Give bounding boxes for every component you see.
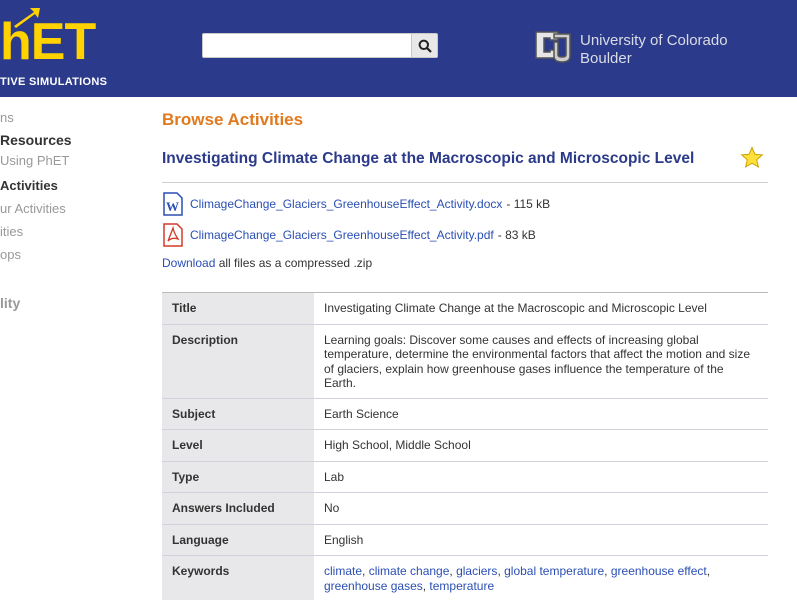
table-row: Language English <box>162 524 768 556</box>
row-label-subject: Subject <box>162 398 314 429</box>
keyword-link[interactable]: global temperature <box>504 564 604 578</box>
search-button[interactable] <box>411 34 437 57</box>
row-value-type: Lab <box>324 469 345 484</box>
activity-details-table: Title Investigating Climate Change at th… <box>162 292 768 600</box>
file-link-docx[interactable]: ClimageChange_Glaciers_GreenhouseEffect_… <box>190 197 502 211</box>
activity-title: Investigating Climate Change at the Macr… <box>162 150 695 167</box>
row-label-type: Type <box>162 461 314 492</box>
search-icon <box>418 39 432 53</box>
keyword-link[interactable]: glaciers <box>456 564 497 578</box>
row-value-description: Learning goals: Discover some causes and… <box>324 332 751 391</box>
logo-subtitle: TIVE SIMULATIONS <box>0 76 108 88</box>
university-name[interactable]: University of Colorado Boulder <box>580 32 728 68</box>
site-header: hET TIVE SIMULATIONS University of Color… <box>0 0 797 97</box>
table-row: Answers Included No <box>162 493 768 525</box>
sidebar-item-0[interactable]: ns <box>0 110 14 125</box>
row-value-subject: Earth Science <box>324 406 399 421</box>
row-value-answers: No <box>324 501 340 515</box>
keyword-link[interactable]: climate <box>324 564 362 578</box>
keyword-link[interactable]: climate change <box>369 564 450 578</box>
download-zip-link[interactable]: Download <box>162 256 215 270</box>
sidebar-item-activities[interactable]: Activities <box>0 178 58 193</box>
sidebar-item-workshops[interactable]: ops <box>0 247 21 262</box>
table-row: Level High School, Middle School <box>162 430 768 462</box>
favorite-star-icon[interactable] <box>740 146 764 170</box>
keyword-link[interactable]: temperature <box>429 579 494 593</box>
word-document-icon: W <box>163 192 183 216</box>
table-row: Description Learning goals: Discover som… <box>162 324 768 399</box>
file-row-pdf[interactable]: ClimageChange_Glaciers_GreenhouseEffect_… <box>162 223 536 247</box>
phet-logo[interactable]: hET TIVE SIMULATIONS <box>0 6 110 88</box>
keyword-link[interactable]: greenhouse effect <box>611 564 707 578</box>
row-label-title: Title <box>162 293 314 324</box>
zip-text: all files as a compressed .zip <box>218 256 373 270</box>
table-row: Type Lab <box>162 461 768 493</box>
table-row: Title Investigating Climate Change at th… <box>162 293 768 325</box>
row-label-description: Description <box>162 324 314 398</box>
file-size-pdf: - 83 kB <box>497 228 536 242</box>
search-field[interactable] <box>203 34 408 55</box>
keyword-link[interactable]: greenhouse gases <box>324 579 423 593</box>
sidebar-item-accessibility[interactable]: lity <box>0 295 20 311</box>
title-divider <box>162 182 768 183</box>
page-heading: Browse Activities <box>162 110 304 129</box>
logo-text: hET <box>0 13 96 71</box>
svg-text:W: W <box>166 199 179 214</box>
university-line-1: University of Colorado <box>580 32 728 49</box>
row-label-answers: Answers Included <box>162 493 314 524</box>
row-value-title: Investigating Climate Change at the Macr… <box>324 301 707 315</box>
row-label-language: Language <box>162 524 314 555</box>
table-row: Keywords climate, climate change, glacie… <box>162 556 768 600</box>
pdf-document-icon <box>163 223 183 247</box>
sidebar-item-resources[interactable]: Resources <box>0 132 72 148</box>
file-row-docx[interactable]: W ClimageChange_Glaciers_GreenhouseEffec… <box>162 192 550 216</box>
row-label-keywords: Keywords <box>162 556 314 600</box>
search-input[interactable] <box>202 33 438 58</box>
row-value-language: English <box>324 532 364 547</box>
zip-download-line: Download all files as a compressed .zip <box>162 256 372 270</box>
university-line-2: Boulder <box>580 50 632 67</box>
cu-logo-icon[interactable] <box>530 24 574 68</box>
row-label-level: Level <box>162 430 314 461</box>
row-value-keywords: climate, climate change, glaciers, globa… <box>324 564 711 593</box>
sidebar-item-ities[interactable]: ities <box>0 224 23 239</box>
table-row: Subject Earth Science <box>162 398 768 430</box>
sidebar-item-your-activities[interactable]: ur Activities <box>0 201 66 216</box>
row-value-level: High School, Middle School <box>324 438 471 452</box>
file-size-docx: - 115 kB <box>506 197 551 211</box>
file-link-pdf[interactable]: ClimageChange_Glaciers_GreenhouseEffect_… <box>190 228 494 242</box>
sidebar-item-using-phet[interactable]: Using PhET <box>0 153 69 168</box>
